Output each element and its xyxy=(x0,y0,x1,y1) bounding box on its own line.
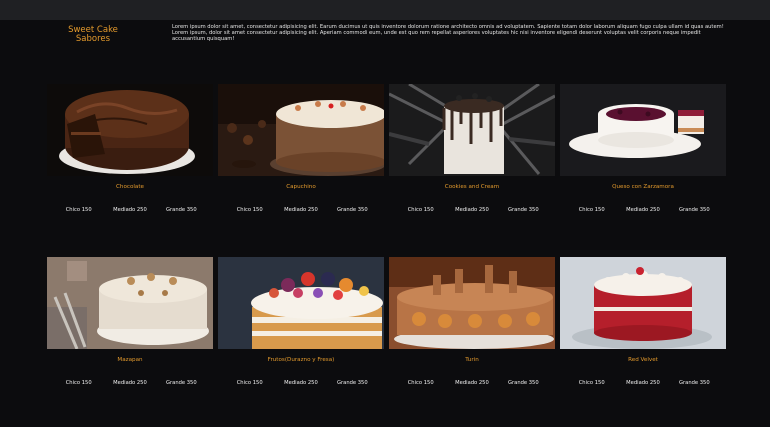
capuccino-cake-image xyxy=(218,84,384,176)
mazapan-cake-image xyxy=(47,257,213,349)
product-name: Chocolate xyxy=(116,184,144,190)
browser-top-bar xyxy=(0,0,770,20)
chocolate-cake-image xyxy=(47,84,213,176)
product-card[interactable]: Turin Chico 150 Mediado 250 Grande 350 xyxy=(389,257,555,407)
price-mediano: Mediado 250 xyxy=(113,207,147,213)
cheesecake-image xyxy=(560,84,726,176)
product-card[interactable]: Mazapan Chico 150 Mediado 250 Grande 350 xyxy=(47,257,213,407)
product-name: Queso con Zarzamora xyxy=(612,184,674,190)
product-name: Mazapan xyxy=(117,357,143,363)
price-list: Chico 150 Mediado 250 Grande 350 xyxy=(389,380,555,386)
price-mediano: Mediado 250 xyxy=(626,380,660,386)
price-mediano: Mediado 250 xyxy=(284,380,318,386)
price-mediano: Mediado 250 xyxy=(284,207,318,213)
price-grande: Grande 350 xyxy=(678,380,710,386)
red-velvet-cake-image xyxy=(560,257,726,349)
price-chico: Chico 150 xyxy=(407,380,434,386)
product-card[interactable]: Capuchino Chico 150 Mediado 250 Grande 3… xyxy=(218,84,384,234)
price-chico: Chico 150 xyxy=(578,207,605,213)
price-list: Chico 150 Mediado 250 Grande 350 xyxy=(560,380,726,386)
price-chico: Chico 150 xyxy=(236,207,263,213)
product-name: Cookies and Cream xyxy=(444,184,500,190)
product-card[interactable]: Queso con Zarzamora Chico 150 Mediado 25… xyxy=(560,84,726,234)
price-chico: Chico 150 xyxy=(236,380,263,386)
price-chico: Chico 150 xyxy=(65,207,92,213)
price-list: Chico 150 Mediado 250 Grande 350 xyxy=(389,207,555,213)
fruit-cake-image xyxy=(218,257,384,349)
price-mediano: Mediado 250 xyxy=(113,380,147,386)
price-chico: Chico 150 xyxy=(65,380,92,386)
price-grande: Grande 350 xyxy=(507,207,539,213)
product-name: Turin xyxy=(465,357,479,363)
product-card[interactable]: Red Velvet Chico 150 Mediado 250 Grande … xyxy=(560,257,726,407)
product-grid: Chocolate Chico 150 Mediado 250 Grande 3… xyxy=(47,84,727,404)
brand-line-2: Sabores xyxy=(75,34,111,44)
turin-cake-image xyxy=(389,257,555,349)
product-card[interactable]: Chocolate Chico 150 Mediado 250 Grande 3… xyxy=(47,84,213,234)
cookies-cream-cake-image xyxy=(389,84,555,176)
price-mediano: Mediado 250 xyxy=(455,207,489,213)
brand-title[interactable]: Sweet Cake Sabores xyxy=(56,26,130,44)
price-grande: Grande 350 xyxy=(336,380,368,386)
price-chico: Chico 150 xyxy=(578,380,605,386)
price-list: Chico 150 Mediado 250 Grande 350 xyxy=(218,207,384,213)
price-chico: Chico 150 xyxy=(407,207,434,213)
product-name: Capuchino xyxy=(286,184,316,190)
product-card[interactable]: Cookies and Cream Chico 150 Mediado 250 … xyxy=(389,84,555,234)
product-card[interactable]: Frutos(Durazno y Fresa) Chico 150 Mediad… xyxy=(218,257,384,407)
price-list: Chico 150 Mediado 250 Grande 350 xyxy=(218,380,384,386)
price-list: Chico 150 Mediado 250 Grande 350 xyxy=(47,380,213,386)
price-grande: Grande 350 xyxy=(507,380,539,386)
price-grande: Grande 350 xyxy=(165,380,197,386)
price-list: Chico 150 Mediado 250 Grande 350 xyxy=(47,207,213,213)
price-list: Chico 150 Mediado 250 Grande 350 xyxy=(560,207,726,213)
intro-paragraph: Lorem ipsum dolor sit amet, consectetur … xyxy=(172,24,724,43)
price-grande: Grande 350 xyxy=(678,207,710,213)
price-grande: Grande 350 xyxy=(165,207,197,213)
price-grande: Grande 350 xyxy=(336,207,368,213)
price-mediano: Mediado 250 xyxy=(626,207,660,213)
price-mediano: Mediado 250 xyxy=(455,380,489,386)
product-name: Frutos(Durazno y Fresa) xyxy=(267,357,335,363)
product-name: Red Velvet xyxy=(628,357,658,363)
